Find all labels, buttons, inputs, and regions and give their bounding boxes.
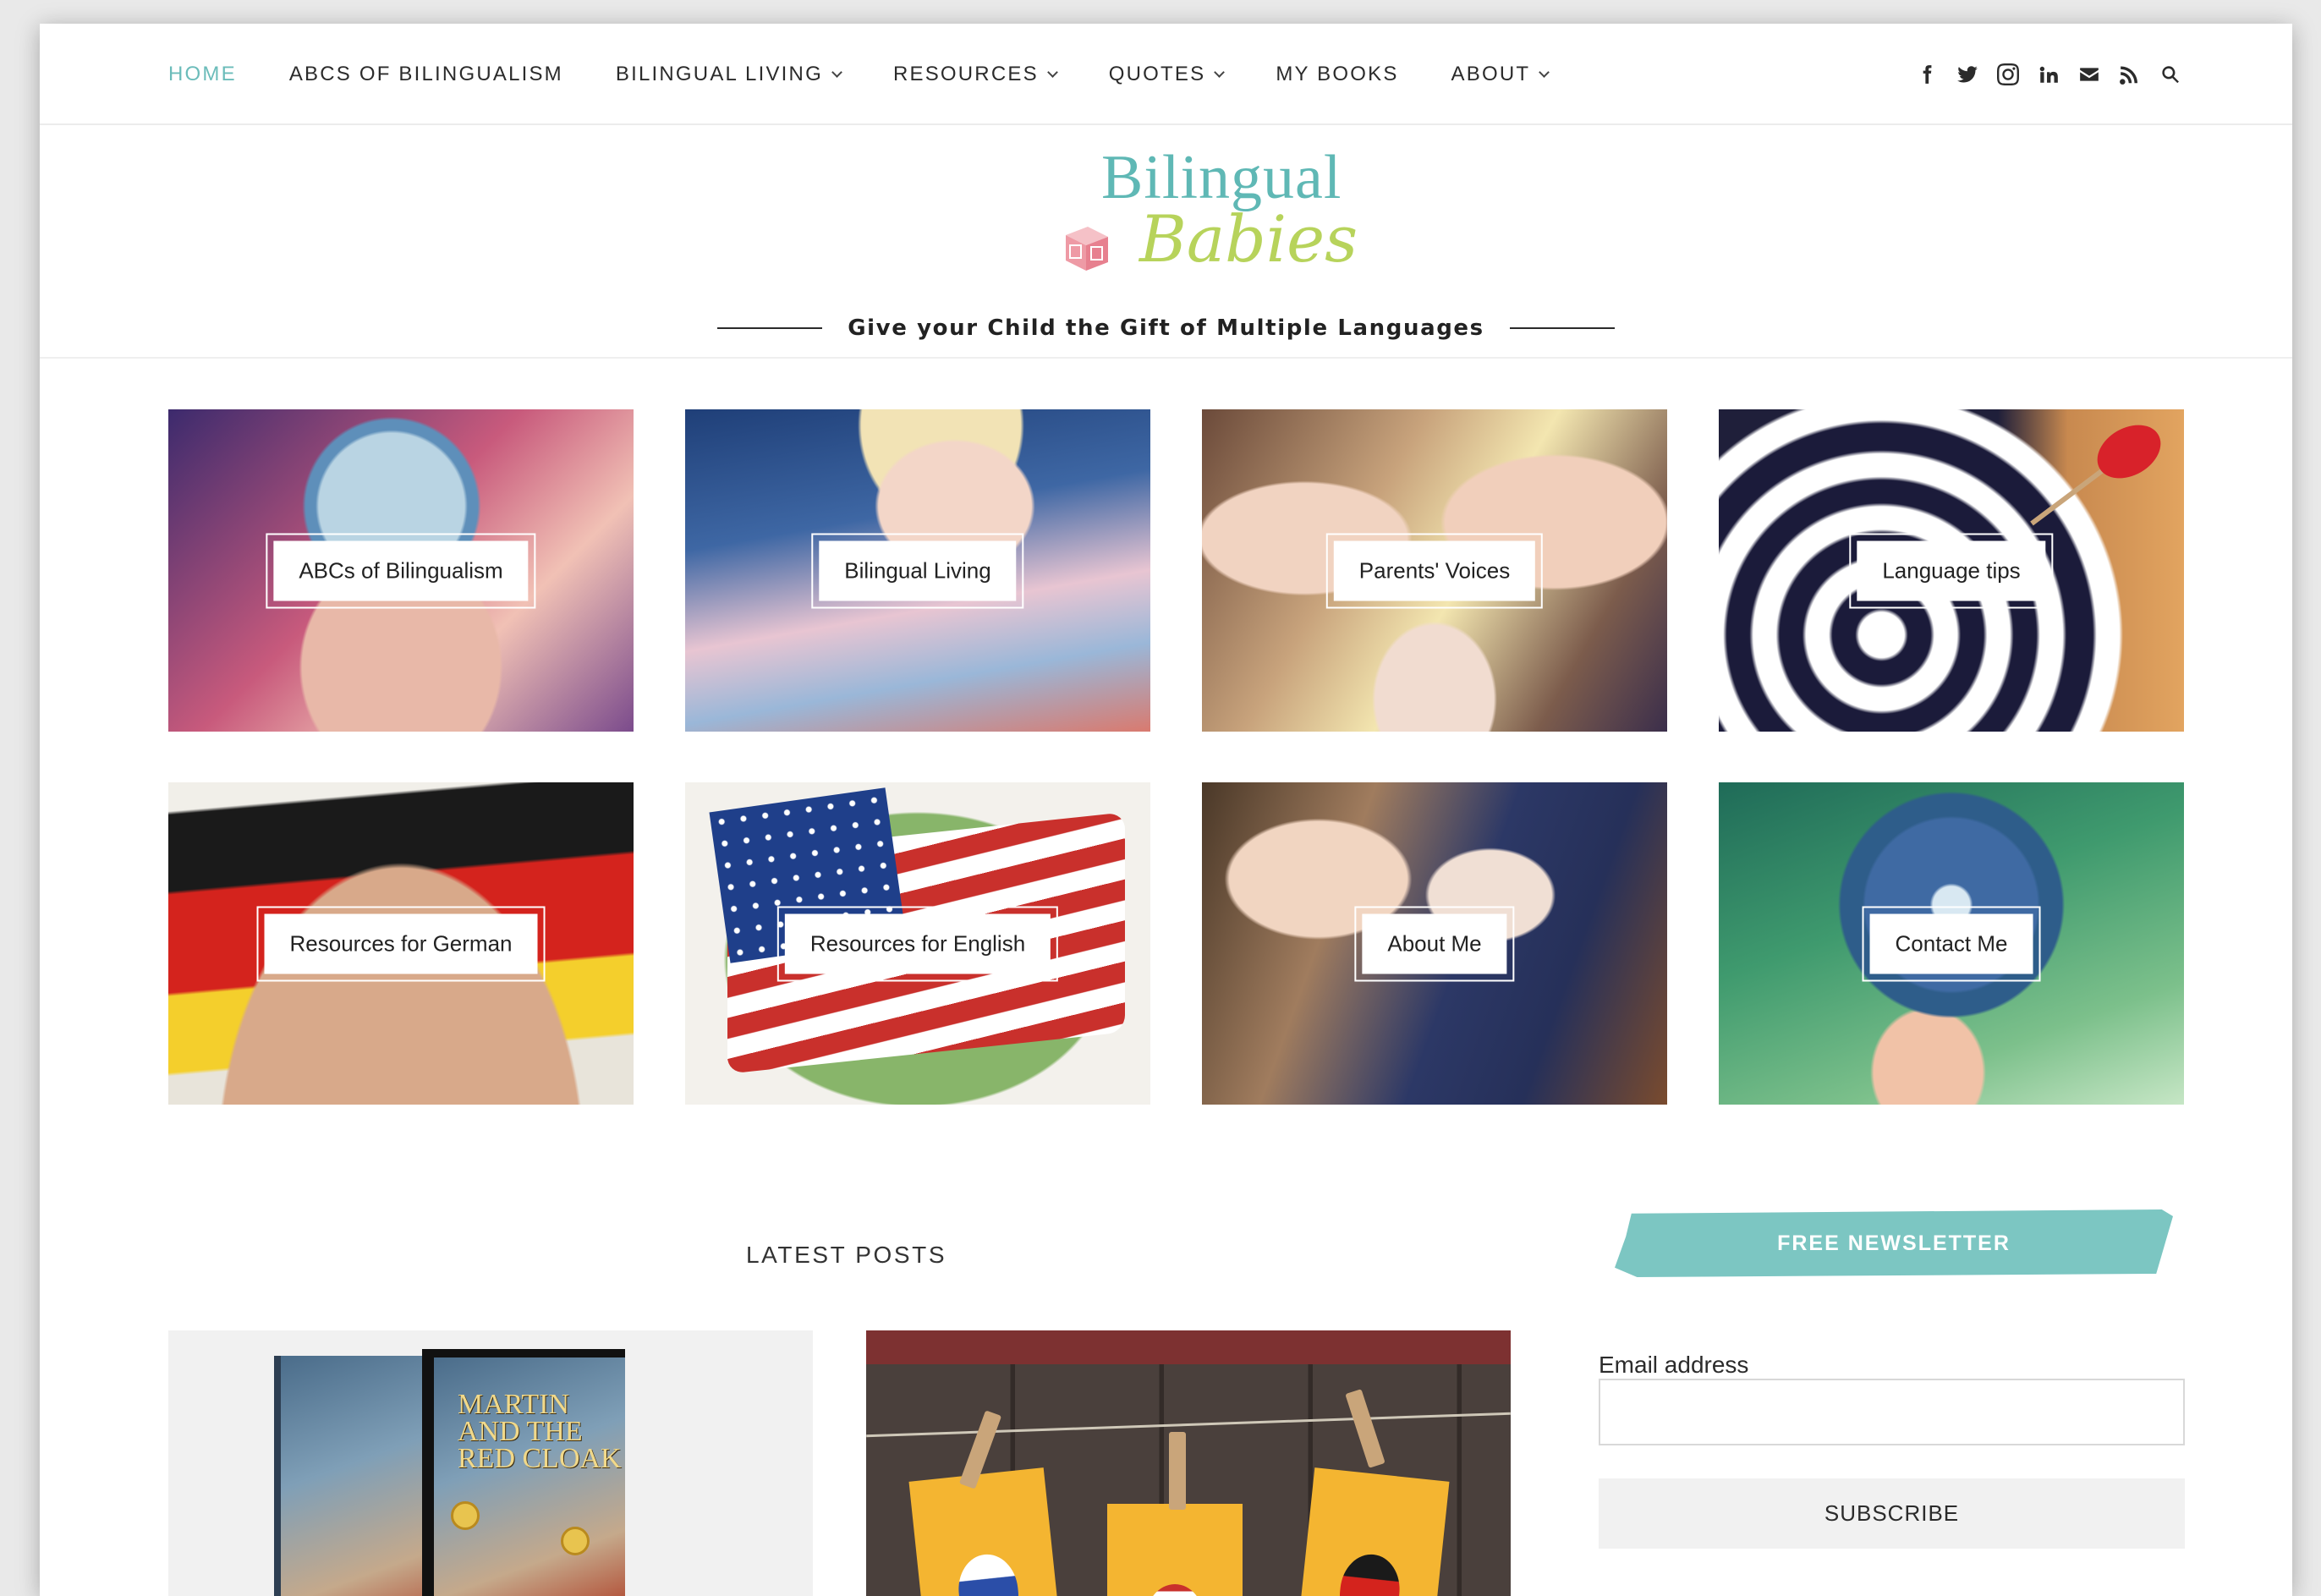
clothespin: [1169, 1432, 1186, 1510]
flag-heart: [1145, 1584, 1204, 1596]
nav-quotes[interactable]: QUOTES: [1108, 63, 1226, 86]
category-tile-resources-english[interactable]: Resources for English: [685, 782, 1150, 1105]
nav-bilingual-living-label: BILINGUAL LIVING: [615, 63, 823, 85]
nav-bilingual-living[interactable]: BILINGUAL LIVING: [615, 63, 842, 86]
tagline-rule-right: [1509, 327, 1615, 329]
tile-label: Resources for German: [264, 913, 538, 974]
tile-label-frame: About Me: [1354, 906, 1515, 981]
logo-word-babies: Babies: [1139, 201, 1358, 277]
nav-resources[interactable]: RESOURCES: [892, 63, 1058, 86]
tile-label: Resources for English: [784, 913, 1051, 974]
tile-label-frame: Language tips: [1849, 533, 2054, 608]
search-icon[interactable]: [2159, 63, 2182, 86]
nav-about-label: ABOUT: [1451, 63, 1531, 85]
instagram-icon[interactable]: [1996, 63, 2020, 86]
linkedin-icon[interactable]: [2037, 63, 2060, 86]
flag-heart: [955, 1551, 1022, 1596]
site-tagline: Give your Child the Gift of Multiple Lan…: [848, 315, 1484, 341]
coin-icon: [451, 1501, 480, 1530]
nav-abcs-label: ABCS OF BILINGUALISM: [288, 63, 563, 85]
chevron-down-icon: [831, 66, 842, 78]
book-cover-title: MARTIN AND THE RED CLOAK: [458, 1389, 622, 1474]
tagline-rule-left: [717, 327, 823, 329]
rss-icon[interactable]: [2118, 63, 2142, 86]
subscribe-button[interactable]: SUBSCRIBE: [1599, 1478, 2185, 1549]
nav-quotes-label: QUOTES: [1108, 63, 1206, 85]
twitter-icon[interactable]: [1956, 63, 1979, 86]
category-tile-language-tips[interactable]: Language tips: [1719, 409, 2184, 732]
nav-abcs-of-bilingualism[interactable]: ABCS OF BILINGUALISM: [289, 63, 563, 86]
page: HOME ABCS OF BILINGUALISM BILINGUAL LIVI…: [40, 24, 2292, 1596]
flag-heart: [1336, 1551, 1403, 1596]
nav-home-label: HOME: [168, 63, 237, 85]
facebook-icon[interactable]: [1915, 63, 1939, 86]
chevron-down-icon: [1539, 66, 1550, 78]
tile-label-frame: Contact Me: [1862, 906, 2041, 981]
card-germany: [1298, 1467, 1450, 1596]
tile-label: Contact Me: [1869, 913, 2033, 974]
tile-label-frame: ABCs of Bilingualism: [266, 533, 536, 608]
tile-label-frame: Bilingual Living: [811, 533, 1024, 608]
newsletter-heading: FREE NEWSLETTER: [1777, 1231, 2011, 1255]
tile-label: Bilingual Living: [819, 540, 1017, 601]
main-menu: HOME ABCS OF BILINGUALISM BILINGUAL LIVI…: [168, 24, 1600, 125]
email-input[interactable]: [1599, 1379, 2185, 1445]
post-card-flags[interactable]: [866, 1330, 1511, 1596]
abc-block-icon: [1066, 227, 1108, 271]
tile-label: About Me: [1362, 913, 1507, 974]
nav-my-books-label: MY BOOKS: [1276, 63, 1399, 85]
card-russia: [908, 1467, 1061, 1596]
tile-label: Parents' Voices: [1333, 540, 1536, 601]
category-tile-parents-voices[interactable]: Parents' Voices: [1202, 409, 1667, 732]
header-divider: [40, 357, 2292, 359]
social-links: [1915, 24, 2182, 125]
site-logo[interactable]: Bilingual Babies: [1055, 142, 1376, 303]
category-tile-about-me[interactable]: About Me: [1202, 782, 1667, 1105]
nav-resources-label: RESOURCES: [892, 63, 1039, 85]
post-image-banner: [866, 1330, 1511, 1364]
chevron-down-icon: [1046, 66, 1058, 78]
category-tile-resources-german[interactable]: Resources for German: [168, 782, 634, 1105]
top-navigation-bar: HOME ABCS OF BILINGUALISM BILINGUAL LIVI…: [40, 24, 2292, 125]
tagline-row: Give your Child the Gift of Multiple Lan…: [40, 315, 2292, 341]
chevron-down-icon: [1214, 66, 1226, 78]
newsletter-banner: FREE NEWSLETTER: [1615, 1209, 2173, 1277]
email-label: Email address: [1599, 1352, 1749, 1378]
dart-icon: [2030, 425, 2161, 526]
tile-label: ABCs of Bilingualism: [273, 540, 529, 601]
tile-label: Language tips: [1857, 540, 2046, 601]
coin-icon: [561, 1527, 590, 1555]
nav-home[interactable]: HOME: [168, 63, 237, 86]
nav-my-books[interactable]: MY BOOKS: [1276, 63, 1398, 86]
nav-about[interactable]: ABOUT: [1451, 63, 1550, 86]
email-icon[interactable]: [2077, 63, 2101, 86]
book-cover-front: MARTIN AND THE RED CLOAK: [422, 1349, 625, 1596]
post-card-book[interactable]: MARTIN AND THE RED CLOAK: [168, 1330, 813, 1596]
category-tile-contact-me[interactable]: Contact Me: [1719, 782, 2184, 1105]
category-tile-abcs[interactable]: ABCs of Bilingualism: [168, 409, 634, 732]
tile-label-frame: Resources for English: [776, 906, 1059, 981]
latest-posts-heading: LATEST POSTS: [746, 1242, 947, 1268]
tile-label-frame: Resources for German: [256, 906, 546, 981]
card-usa: [1107, 1504, 1243, 1596]
tile-label-frame: Parents' Voices: [1325, 533, 1544, 608]
category-tile-bilingual-living[interactable]: Bilingual Living: [685, 409, 1150, 732]
